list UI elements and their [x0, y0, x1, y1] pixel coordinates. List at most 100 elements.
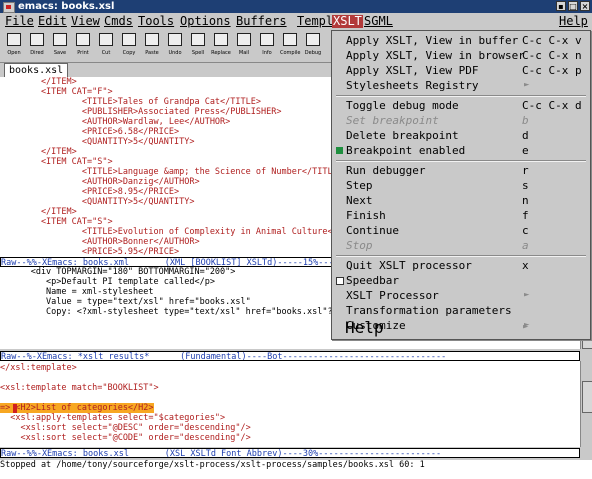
code-line: <xsl:sort select="@CODE" order="descendi… [0, 433, 251, 443]
menu-item-apply-buffer[interactable]: Apply XSLT, View in buffer C-c C-x v [332, 33, 590, 48]
compile-icon [283, 33, 297, 46]
menu-item-quit-processor[interactable]: Quit XSLT processor x [332, 258, 590, 273]
menu-tools[interactable]: Tools [138, 15, 174, 28]
menu-file[interactable]: File [5, 15, 34, 28]
result-line: <div TOPMARGIN="180" BOTTOMMARGIN="200"> [0, 267, 236, 277]
save-label: Save [53, 50, 67, 56]
result-line: <p>Default PI template called</p> [0, 277, 215, 287]
minimize-button[interactable]: ▪ [556, 1, 566, 11]
undo-button[interactable]: Undo [165, 32, 185, 60]
folder-open-icon [7, 33, 21, 46]
code-line: <ITEM CAT="S"> [0, 217, 113, 227]
compile-button[interactable]: Compile [280, 32, 300, 60]
save-button[interactable]: Save [50, 32, 70, 60]
scrollbar-pane3[interactable] [580, 361, 592, 447]
menu-item-next[interactable]: Next n [332, 193, 590, 208]
code-line: </ITEM> [0, 207, 77, 217]
menu-item-finish[interactable]: Finish f [332, 208, 590, 223]
info-icon [260, 33, 274, 46]
menu-item-stop: Stop a [346, 239, 529, 252]
menu-item-stylesheets-registry[interactable]: Stylesheets Registry ► [332, 78, 590, 93]
close-button[interactable]: × [580, 1, 590, 11]
replace-button[interactable]: Replace [211, 32, 231, 60]
menu-item-run-debugger[interactable]: Run debugger r [332, 163, 590, 178]
menu-view[interactable]: View [71, 15, 100, 28]
menu-buffers[interactable]: Buffers [236, 15, 287, 28]
menu-item-transformation-params[interactable]: Transformation parameters [332, 303, 590, 318]
editor-pane-books-xsl[interactable]: </xsl:template> <xsl:template match="BOO… [0, 361, 580, 447]
code-line: </xsl:template> [0, 363, 77, 373]
menu-item-xslt-processor[interactable]: XSLT Processor ► [332, 288, 590, 303]
app-icon[interactable] [3, 2, 15, 13]
menu-item-breakpoint-enabled[interactable]: Breakpoint enabled e [332, 143, 590, 158]
submenu-arrow-icon: ► [523, 322, 529, 332]
window-title: emacs: books.xsl [18, 1, 115, 12]
menu-edit[interactable]: Edit [38, 15, 67, 28]
folder-icon [30, 33, 44, 46]
tab-books-xsl[interactable]: books.xsl [4, 63, 69, 77]
menu-item-help[interactable]: Help ► [331, 320, 589, 336]
menu-cmds[interactable]: Cmds [104, 15, 133, 28]
current-line: => <H2>List of categories</H2> [0, 403, 154, 413]
code-line: <xsl:apply-templates select="$categories… [0, 413, 226, 423]
checkbox-icon [336, 277, 344, 285]
menu-item-toggle-debug[interactable]: Toggle debug mode C-c C-x d [332, 98, 590, 113]
debug-button[interactable]: Debug [303, 32, 323, 60]
menu-item-continue[interactable]: Continue c [332, 223, 590, 238]
bug-icon [306, 33, 320, 46]
replace-icon [214, 33, 228, 46]
window-titlebar: emacs: books.xsl ▪ □ × [0, 0, 592, 13]
mail-icon [237, 33, 251, 46]
code-line: <TITLE>Language &amp; the Science of Num… [0, 167, 343, 177]
menu-sgml[interactable]: SGML [364, 15, 393, 28]
undo-label: Undo [168, 50, 182, 56]
clipboard-icon [145, 33, 159, 46]
dired-button[interactable]: Dired [27, 32, 47, 60]
menu-item-apply-browser[interactable]: Apply XSLT, View in browser C-c C-x n [332, 48, 590, 63]
echo-area: Stopped at /home/tony/sourceforge/xslt-p… [0, 460, 592, 479]
compile-label: Compile [280, 50, 301, 56]
code-line: <xsl:template match="BOOKLIST"> [0, 383, 159, 393]
code-line: <QUANTITY>5</QUANTITY> [0, 137, 195, 147]
menu-help[interactable]: Help [559, 15, 588, 28]
modeline-xslt-results: Raw--%-XEmacs: *xslt results* (Fundament… [0, 351, 580, 362]
open-label: Open [7, 50, 21, 56]
menu-item-delete-breakpoint[interactable]: Delete breakpoint d [332, 128, 590, 143]
menu-options[interactable]: Options [180, 15, 231, 28]
spell-button[interactable]: Spell [188, 32, 208, 60]
code-line: <AUTHOR>Bonner</AUTHOR> [0, 237, 200, 247]
open-button[interactable]: Open [4, 32, 24, 60]
menu-item-apply-pdf[interactable]: Apply XSLT, View PDF C-c C-x p [332, 63, 590, 78]
code-line: </ITEM> [0, 77, 77, 87]
paste-button[interactable]: Paste [142, 32, 162, 60]
copy-button[interactable]: Copy [119, 32, 139, 60]
menu-separator [336, 255, 586, 257]
replace-label: Replace [211, 50, 231, 56]
code-line: <PRICE>8.95</PRICE> [0, 187, 180, 197]
code-line: <PUBLISHER>Associated Press</PUBLISHER> [0, 107, 282, 117]
menu-item-step[interactable]: Step s [332, 178, 590, 193]
menubar: File Edit View Cmds Tools Options Buffer… [0, 13, 592, 30]
menu-item-speedbar[interactable]: Speedbar [332, 273, 590, 288]
code-line: <xsl:sort select="@DESC" order="descendi… [0, 423, 251, 433]
scroll-thumb[interactable] [582, 381, 592, 413]
info-button[interactable]: Info [257, 32, 277, 60]
code-line: </ITEM> [0, 147, 77, 157]
dired-label: Dired [30, 50, 44, 56]
print-button[interactable]: Print [73, 32, 93, 60]
menu-item-set-breakpoint: Set breakpoint b [346, 114, 529, 127]
submenu-arrow-icon: ► [524, 290, 530, 300]
menu-xslt[interactable]: XSLT [332, 15, 363, 28]
maximize-button[interactable]: □ [568, 1, 578, 11]
result-line: Value = type="text/xsl" href="books.xsl" [0, 297, 251, 307]
printer-icon [76, 33, 90, 46]
cut-button[interactable]: Cut [96, 32, 116, 60]
floppy-icon [53, 33, 67, 46]
code-line: <ITEM CAT="F"> [0, 87, 113, 97]
mail-button[interactable]: Mail [234, 32, 254, 60]
mail-label: Mail [238, 50, 250, 56]
code-line: <TITLE>Evolution of Complexity in Animal… [0, 227, 369, 237]
code-line: <AUTHOR>Wardlaw, Lee</AUTHOR> [0, 117, 231, 127]
menu-separator [336, 160, 586, 162]
code-line: <PRICE>5.95</PRICE> [0, 247, 180, 257]
